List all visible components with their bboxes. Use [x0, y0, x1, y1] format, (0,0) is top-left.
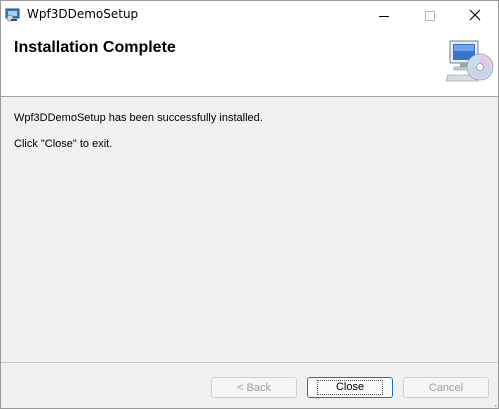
back-button-label: < Back [237, 381, 271, 394]
cancel-button[interactable]: Cancel [403, 377, 489, 398]
close-icon [469, 6, 481, 25]
minimize-button[interactable] [361, 1, 407, 29]
installer-window: Wpf3DDemoSetup Installation Complete Wpf… [0, 0, 499, 409]
window-title: Wpf3DDemoSetup [27, 7, 139, 21]
header-banner: Installation Complete [1, 29, 498, 97]
computer-cd-icon [445, 37, 494, 85]
exit-instruction: Click "Close" to exit. [14, 138, 113, 150]
resize-grip-icon[interactable] [487, 398, 497, 408]
minimize-icon [379, 6, 389, 25]
success-message: Wpf3DDemoSetup has been successfully ins… [14, 112, 263, 124]
page-title: Installation Complete [14, 39, 176, 56]
cancel-button-label: Cancel [428, 381, 464, 394]
back-button[interactable]: < Back [211, 377, 297, 398]
maximize-button[interactable] [407, 1, 453, 29]
close-window-button[interactable] [452, 1, 498, 29]
maximize-icon [425, 6, 435, 25]
content-area: Wpf3DDemoSetup has been successfully ins… [1, 97, 498, 362]
button-bar: < Back Close Cancel [1, 362, 498, 408]
installer-app-icon [5, 7, 21, 22]
close-button-label: Close [316, 380, 384, 395]
close-button[interactable]: Close [307, 377, 393, 398]
title-bar[interactable]: Wpf3DDemoSetup [1, 1, 498, 29]
